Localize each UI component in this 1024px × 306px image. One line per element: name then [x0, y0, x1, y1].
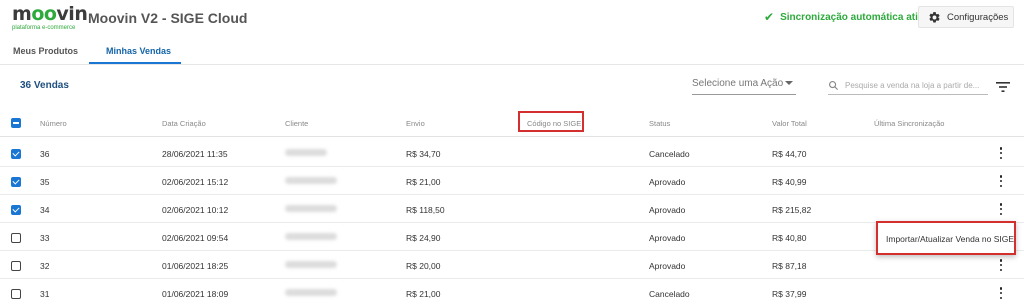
cell-status: Aprovado	[649, 205, 686, 215]
header-status[interactable]: Status	[649, 119, 670, 128]
table-row[interactable]: 33 02/06/2021 09:54 R$ 24,90 Aprovado R$…	[0, 223, 1024, 251]
cell-data: 02/06/2021 15:12	[162, 177, 229, 187]
row-checkbox[interactable]	[11, 289, 21, 299]
cell-data: 02/06/2021 10:12	[162, 205, 229, 215]
header-valor-total[interactable]: Valor Total	[772, 119, 807, 128]
cell-cliente-redacted	[285, 233, 337, 240]
caret-down-icon	[785, 81, 793, 85]
cell-numero: 35	[40, 177, 50, 187]
cell-cliente-redacted	[285, 149, 327, 156]
app-header: moovin plataforma e-commerce Moovin V2 -…	[0, 0, 1024, 38]
cell-cliente-redacted	[285, 177, 337, 184]
cell-numero: 36	[40, 149, 50, 159]
active-tab-indicator	[89, 62, 181, 64]
cell-data: 01/06/2021 18:09	[162, 289, 229, 299]
menu-item-import-update-sige[interactable]: Importar/Atualizar Venda no SIGE	[886, 234, 1014, 244]
cell-cliente-redacted	[285, 261, 337, 268]
table-row[interactable]: 34 02/06/2021 10:12 R$ 118,50 Aprovado R…	[0, 195, 1024, 223]
select-all-checkbox[interactable]	[11, 118, 21, 128]
table-header: Número Data Criação Cliente Envio Código…	[0, 110, 1024, 137]
cell-envio: R$ 34,70	[406, 149, 441, 159]
tab-minhas-vendas[interactable]: Minhas Vendas	[106, 46, 171, 56]
row-action-menu: Importar/Atualizar Venda no SIGE	[876, 221, 1016, 255]
cell-envio: R$ 21,00	[406, 177, 441, 187]
cell-cliente-redacted	[285, 205, 337, 212]
action-select-value: Selecione uma Ação	[692, 78, 784, 89]
cell-status: Aprovado	[649, 177, 686, 187]
sync-status-label: Sincronização automática ativa	[780, 11, 930, 23]
gear-icon	[929, 11, 940, 22]
action-select[interactable]: Selecione uma Ação	[692, 78, 796, 95]
cell-valor: R$ 215,82	[772, 205, 812, 215]
more-vert-icon[interactable]	[996, 203, 1006, 215]
cell-status: Cancelado	[649, 289, 690, 299]
more-vert-icon[interactable]	[996, 287, 1006, 299]
header-codigo-sige[interactable]: Código no SIGE	[527, 119, 581, 128]
tab-meus-produtos[interactable]: Meus Produtos	[13, 46, 78, 56]
table-row[interactable]: 32 01/06/2021 18:25 R$ 20,00 Aprovado R$…	[0, 251, 1024, 279]
header-envio[interactable]: Envio	[406, 119, 425, 128]
moovin-logo: moovin plataforma e-commerce	[12, 3, 88, 33]
row-checkbox[interactable]	[11, 149, 21, 159]
cell-status: Cancelado	[649, 149, 690, 159]
cell-valor: R$ 44,70	[772, 149, 807, 159]
row-checkbox[interactable]	[11, 261, 21, 271]
logo-subtitle: plataforma e-commerce	[12, 25, 76, 31]
header-numero[interactable]: Número	[40, 119, 67, 128]
cell-numero: 34	[40, 205, 50, 215]
more-vert-icon[interactable]	[996, 147, 1006, 159]
sync-status: ✔ Sincronização automática ativa	[764, 10, 929, 24]
search-box	[828, 79, 988, 95]
app-title: Moovin V2 - SIGE Cloud	[88, 10, 248, 26]
row-checkbox[interactable]	[11, 205, 21, 215]
cell-valor: R$ 87,18	[772, 261, 807, 271]
header-cliente[interactable]: Cliente	[285, 119, 308, 128]
row-checkbox[interactable]	[11, 233, 21, 243]
cell-envio: R$ 20,00	[406, 261, 441, 271]
filter-icon[interactable]	[996, 81, 1010, 93]
cell-envio: R$ 24,90	[406, 233, 441, 243]
cell-numero: 31	[40, 289, 50, 299]
cell-data: 02/06/2021 09:54	[162, 233, 229, 243]
search-icon	[829, 81, 839, 91]
table-row[interactable]: 35 02/06/2021 15:12 R$ 21,00 Aprovado R$…	[0, 167, 1024, 195]
cell-valor: R$ 37,99	[772, 289, 807, 299]
sales-count: 36 Vendas	[20, 80, 69, 91]
header-data-criacao[interactable]: Data Criação	[162, 119, 206, 128]
settings-button[interactable]: Configurações	[918, 6, 1014, 28]
cell-numero: 33	[40, 233, 50, 243]
row-checkbox[interactable]	[11, 177, 21, 187]
tab-bar: Meus Produtos Minhas Vendas	[0, 38, 1024, 65]
cell-data: 01/06/2021 18:25	[162, 261, 229, 271]
cell-envio: R$ 118,50	[406, 205, 445, 215]
header-ultima-sincronizacao[interactable]: Última Sincronização	[874, 119, 944, 128]
cell-status: Aprovado	[649, 261, 686, 271]
settings-button-label: Configurações	[947, 11, 1009, 23]
search-input[interactable]	[845, 79, 985, 92]
logo-word: moovin	[12, 3, 88, 25]
table-row[interactable]: 31 01/06/2021 18:09 R$ 21,00 Cancelado R…	[0, 279, 1024, 306]
cell-numero: 32	[40, 261, 50, 271]
cell-cliente-redacted	[285, 289, 337, 296]
check-icon: ✔	[764, 10, 775, 24]
cell-envio: R$ 21,00	[406, 289, 441, 299]
more-vert-icon[interactable]	[996, 175, 1006, 187]
table-row[interactable]: 36 28/06/2021 11:35 R$ 34,70 Cancelado R…	[0, 139, 1024, 167]
cell-valor: R$ 40,99	[772, 177, 807, 187]
cell-valor: R$ 40,80	[772, 233, 807, 243]
cell-status: Aprovado	[649, 233, 686, 243]
cell-data: 28/06/2021 11:35	[162, 149, 228, 159]
more-vert-icon[interactable]	[996, 259, 1006, 271]
